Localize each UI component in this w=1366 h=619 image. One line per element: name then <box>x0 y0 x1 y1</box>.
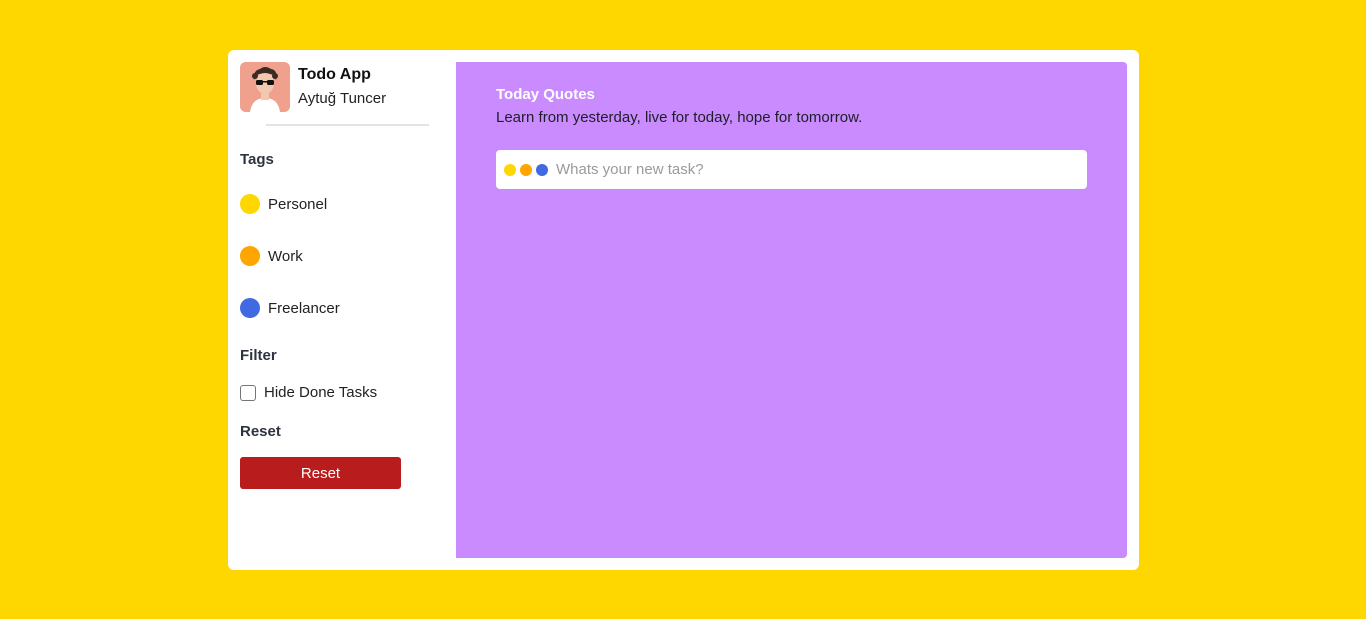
tag-label: Work <box>268 247 303 265</box>
task-input-container <box>496 150 1087 189</box>
app-card: Todo App Aytuğ Tuncer Tags Personel Work… <box>228 50 1139 570</box>
reset-button[interactable]: Reset <box>240 457 401 489</box>
new-task-input[interactable] <box>556 161 1087 178</box>
hide-done-checkbox[interactable] <box>240 384 256 401</box>
tag-select-freelancer-icon[interactable] <box>536 163 548 176</box>
tags-section-title: Tags <box>240 151 274 168</box>
task-tag-selector <box>504 163 552 176</box>
reset-section-title: Reset <box>240 423 281 440</box>
sidebar: Todo App Aytuğ Tuncer Tags Personel Work… <box>228 50 456 570</box>
tag-label: Freelancer <box>268 299 340 317</box>
tag-color-dot-icon <box>240 246 260 266</box>
tag-color-dot-icon <box>240 194 260 214</box>
tag-freelancer[interactable]: Freelancer <box>240 298 340 318</box>
filter-section-title: Filter <box>240 347 277 364</box>
tag-label: Personel <box>268 195 328 213</box>
app-title: Todo App <box>298 66 371 83</box>
quote-text: Learn from yesterday, live for today, ho… <box>496 109 863 126</box>
tag-personel[interactable]: Personel <box>240 194 327 214</box>
hide-done-filter[interactable]: Hide Done Tasks <box>240 384 377 401</box>
user-name: Aytuğ Tuncer <box>298 90 387 107</box>
tag-work[interactable]: Work <box>240 246 303 266</box>
avatar-illustration-icon <box>240 62 290 112</box>
quotes-title: Today Quotes <box>496 86 595 103</box>
profile-divider <box>266 124 429 126</box>
avatar <box>240 62 290 112</box>
tag-color-dot-icon <box>240 298 260 318</box>
hide-done-label[interactable]: Hide Done Tasks <box>264 384 377 401</box>
main-panel: Today Quotes Learn from yesterday, live … <box>456 62 1127 558</box>
tag-select-personel-icon[interactable] <box>504 163 516 176</box>
profile: Todo App Aytuğ Tuncer <box>240 62 386 112</box>
tag-select-work-icon[interactable] <box>520 163 532 176</box>
